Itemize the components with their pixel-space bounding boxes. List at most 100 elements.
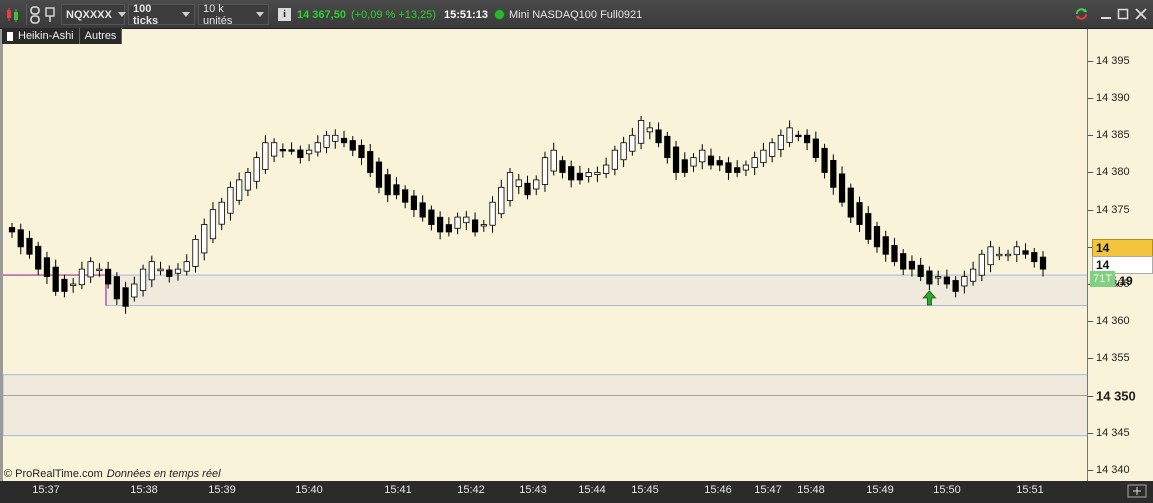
candle — [52, 266, 59, 292]
candle — [786, 127, 793, 143]
info-button[interactable]: i — [278, 4, 292, 25]
period-label: 100 ticks — [133, 2, 159, 27]
trading-window: NQXXXX 100 ticks 10 k unités i 14 367,50… — [0, 0, 1153, 500]
candle — [969, 268, 977, 282]
color-swatch-icon — [7, 31, 13, 41]
candle — [725, 162, 732, 173]
candle — [550, 149, 557, 172]
last-price: 14 367,50 — [297, 8, 346, 21]
candle — [847, 187, 854, 218]
time-axis[interactable]: 15:37 15:38 15:39 15:40 15:41 15:42 15:43 15:44… — [0, 481, 1153, 500]
y-tick-label: 14 385 — [1096, 129, 1130, 142]
candle — [323, 134, 330, 148]
pin-icon[interactable] — [44, 4, 58, 25]
instrument-name: Mini NASDAQ100 Full0921 — [509, 8, 643, 21]
candle — [620, 142, 627, 161]
candle — [690, 157, 697, 167]
candle — [1022, 250, 1029, 255]
candle — [559, 160, 566, 173]
candle — [961, 276, 968, 287]
y-tick-mark — [1088, 321, 1093, 323]
link-icon[interactable] — [29, 4, 43, 25]
y-tick-label: 14 390 — [1096, 92, 1130, 105]
candle — [87, 261, 94, 278]
candle — [96, 268, 103, 272]
footer-credit: © ProRealTime.com Données en temps réel — [4, 468, 221, 480]
candle — [891, 245, 898, 263]
current-price-label: 14 367,50 — [1092, 239, 1153, 271]
candle — [664, 135, 671, 159]
candle — [480, 224, 487, 227]
candle — [183, 261, 190, 272]
candle — [655, 129, 662, 144]
heikin-ashi-label: Heikin-Ashi — [18, 30, 74, 42]
refresh-icon[interactable] — [1074, 6, 1089, 21]
y-tick-label: 14 340 — [1096, 463, 1130, 476]
candle — [515, 179, 522, 187]
candle — [1004, 253, 1012, 257]
candle — [105, 268, 112, 285]
candle — [471, 219, 479, 233]
y-tick-mark — [1088, 469, 1093, 471]
y-tick-mark — [1088, 395, 1093, 397]
candle — [742, 164, 750, 171]
candle — [865, 213, 872, 240]
y-tick-mark — [1088, 172, 1093, 174]
y-tick-label: 14 375 — [1096, 203, 1130, 216]
period-dropdown[interactable]: 100 ticks — [128, 2, 195, 27]
candle — [253, 157, 260, 182]
candle — [192, 238, 199, 267]
info-icon: i — [278, 8, 291, 21]
candle — [637, 120, 645, 144]
navigate-icon[interactable] — [1127, 484, 1147, 498]
y-tick-mark — [1088, 135, 1093, 137]
heikin-ashi-tag[interactable]: Heikin-Ashi — [2, 28, 80, 44]
candle — [201, 224, 208, 254]
candle — [760, 149, 767, 163]
copyright-text: © ProRealTime.com — [4, 468, 103, 480]
symbol-dropdown[interactable]: NQXXXX — [61, 4, 126, 25]
candle — [716, 160, 723, 166]
status-dot-icon — [494, 9, 505, 20]
candle — [70, 283, 77, 286]
x-tick-label: 15:49 — [866, 484, 894, 496]
live-data-text: Données en temps réel — [106, 468, 221, 480]
x-tick-label: 15:43 — [519, 484, 547, 496]
quote-bar: 14 367,50 (+0,09 % +13,25) 15:51:13 Mini… — [297, 4, 757, 25]
minimize-icon[interactable] — [1098, 6, 1113, 21]
x-tick-label: 15:47 — [754, 484, 782, 496]
y-tick-label: 14 355 — [1096, 352, 1130, 365]
candle — [227, 186, 234, 214]
candle — [707, 155, 715, 166]
range-zone-lower — [3, 374, 1087, 437]
candle — [218, 201, 225, 225]
units-dropdown[interactable]: 10 k unités — [198, 2, 269, 27]
candle — [279, 149, 286, 152]
candle — [340, 137, 348, 144]
candle — [410, 195, 418, 211]
candle — [463, 216, 470, 224]
close-icon[interactable] — [1133, 6, 1148, 21]
candle — [166, 269, 173, 277]
candle — [952, 280, 959, 292]
candle — [122, 287, 129, 307]
chevron-down-icon — [182, 12, 190, 17]
candle — [358, 144, 365, 159]
candle — [314, 142, 321, 153]
x-tick-label: 15:51 — [1016, 484, 1044, 496]
x-tick-label: 15:44 — [578, 484, 606, 496]
candle — [769, 142, 776, 157]
candle — [812, 138, 819, 159]
x-tick-label: 15:39 — [208, 484, 236, 496]
candle — [935, 276, 942, 279]
autres-tag[interactable]: Autres — [79, 28, 123, 44]
price-change: (+0,09 % +13,25) — [350, 8, 436, 21]
candlestick-icon[interactable] — [4, 4, 24, 25]
candle — [943, 276, 950, 285]
candle — [996, 253, 1003, 257]
candle — [35, 245, 42, 270]
candle — [209, 209, 217, 240]
chart-plot-area[interactable] — [0, 29, 1087, 481]
maximize-icon[interactable] — [1115, 6, 1130, 21]
units-label: 10 k unités — [203, 2, 233, 27]
